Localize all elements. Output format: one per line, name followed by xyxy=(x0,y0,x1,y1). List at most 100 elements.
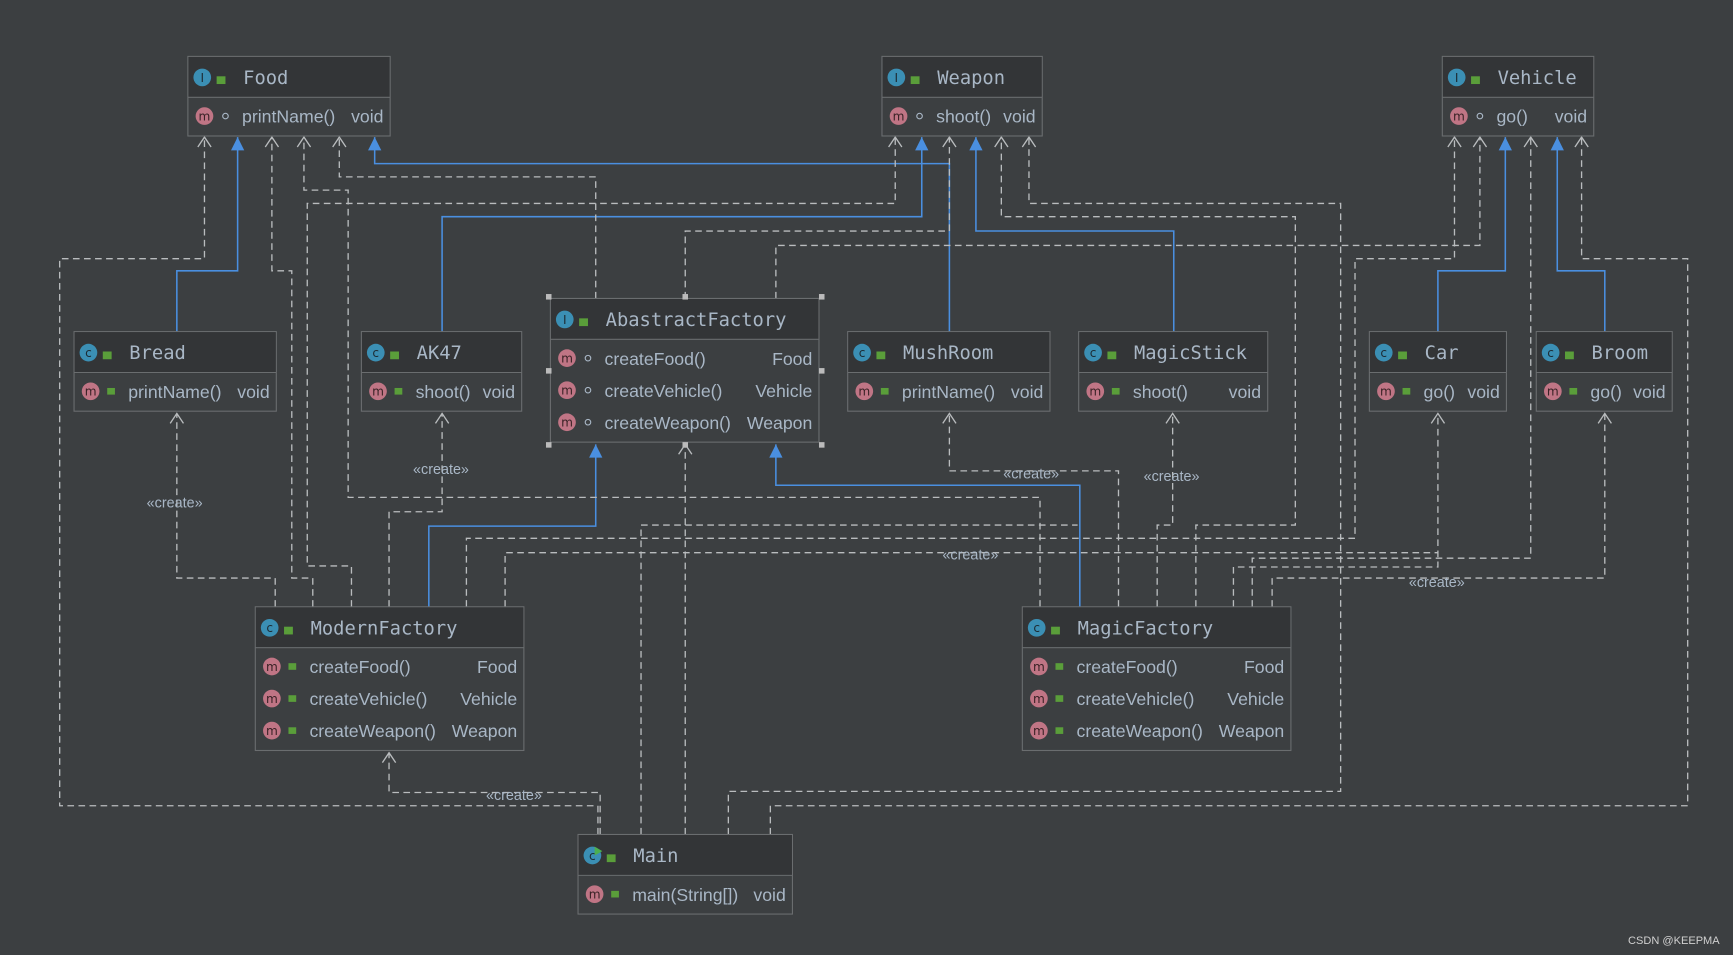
method-return-type: Vehicle xyxy=(460,689,517,709)
method-name[interactable]: createWeapon() xyxy=(309,721,435,741)
class-node-mushroom[interactable]: c MushRoom m printName() void xyxy=(847,331,1051,412)
class-node-broom[interactable]: c Broom m go() void xyxy=(1535,331,1673,412)
create-label: «create» xyxy=(1144,469,1200,485)
method-return-type: void xyxy=(483,382,515,402)
method-icon: m xyxy=(1544,382,1562,401)
svg-text:I: I xyxy=(563,313,567,327)
selection-handle[interactable] xyxy=(818,368,825,374)
method-icon: m xyxy=(1377,382,1395,401)
method-return-type: Vehicle xyxy=(755,381,812,401)
class-node-bread[interactable]: c Bread m printName() void xyxy=(73,331,277,412)
method-name[interactable]: shoot() xyxy=(936,107,991,127)
svg-text:m: m xyxy=(858,385,870,399)
svg-text:m: m xyxy=(85,385,97,399)
class-icon: c xyxy=(1541,343,1560,362)
svg-text:m: m xyxy=(266,724,278,738)
method-name[interactable]: shoot() xyxy=(1133,382,1188,402)
method-icon: m xyxy=(369,382,387,401)
class-node-modernfactory[interactable]: c ModernFactory m createFood() Food m createVe… xyxy=(254,606,525,752)
svg-text:m: m xyxy=(589,888,601,902)
svg-text:c: c xyxy=(1033,621,1040,635)
method-return-type: void xyxy=(351,107,383,127)
class-node-main[interactable]: c Mainm main(String[]) void xyxy=(577,833,794,915)
public-lock-icon xyxy=(390,351,399,360)
class-node-magicfactory[interactable]: c MagicFactory m createFood() Food m createVeh… xyxy=(1021,606,1292,752)
class-node-weapon[interactable]: I Weapon m shoot() void xyxy=(881,55,1043,137)
method-name[interactable]: createVehicle() xyxy=(1076,689,1194,709)
method-name[interactable]: main(String[]) xyxy=(632,885,738,905)
method-name[interactable]: createVehicle() xyxy=(309,689,427,709)
method-name[interactable]: printName() xyxy=(902,382,995,402)
method-icon: m xyxy=(1030,657,1048,676)
method-name[interactable]: go() xyxy=(1496,107,1527,127)
public-lock-icon xyxy=(876,351,886,360)
method-name[interactable]: go() xyxy=(1590,382,1621,402)
method-name[interactable]: createWeapon() xyxy=(1076,721,1202,741)
selection-handle[interactable] xyxy=(682,294,689,300)
class-node-abastractfactory[interactable]: I AbastractFactory m createFood() Food m creat… xyxy=(545,294,825,448)
method-return-type: void xyxy=(1467,382,1499,402)
public-lock-icon xyxy=(216,76,226,85)
method-name[interactable]: shoot() xyxy=(416,382,471,402)
class-node-vehicle[interactable]: I Vehicle m go() void xyxy=(1441,55,1595,137)
selection-handle[interactable] xyxy=(818,442,825,448)
method-name[interactable]: printName() xyxy=(128,382,221,402)
method-return-type: void xyxy=(1633,382,1665,402)
class-name: Food xyxy=(243,68,288,89)
dependency-edge xyxy=(775,137,1481,299)
svg-text:m: m xyxy=(561,384,573,398)
selection-handle[interactable] xyxy=(682,442,689,448)
method-name[interactable]: go() xyxy=(1424,382,1455,402)
svg-text:c: c xyxy=(1547,346,1554,360)
method-icon: m xyxy=(585,885,604,904)
selection-handle[interactable] xyxy=(545,442,552,448)
class-node-food[interactable]: I Food m printName() void xyxy=(187,55,391,137)
svg-text:I: I xyxy=(895,71,899,85)
svg-text:m: m xyxy=(561,416,573,430)
dependency-edge xyxy=(948,413,1120,607)
method-name[interactable]: createFood() xyxy=(605,349,706,369)
class-icon: c xyxy=(1374,343,1393,362)
inheritance-arrowhead xyxy=(589,444,603,458)
public-lock-icon xyxy=(107,387,115,395)
class-icon: c xyxy=(79,343,98,362)
method-name[interactable]: printName() xyxy=(242,107,335,127)
class-node-car[interactable]: c Car m go() void xyxy=(1368,331,1507,412)
method-return-type: Vehicle xyxy=(1227,689,1284,709)
selection-handle[interactable] xyxy=(818,294,825,300)
method-icon: m xyxy=(558,413,576,432)
class-icon: c xyxy=(366,343,385,362)
svg-text:I: I xyxy=(1455,71,1459,85)
svg-text:m: m xyxy=(266,692,278,706)
public-lock-icon xyxy=(1055,663,1064,670)
method-name[interactable]: createWeapon() xyxy=(605,413,731,433)
selection-handle[interactable] xyxy=(545,368,552,374)
public-lock-icon xyxy=(1569,387,1578,395)
method-name[interactable]: createFood() xyxy=(1076,657,1177,677)
public-lock-icon xyxy=(1107,351,1117,360)
public-lock-icon xyxy=(1565,351,1574,360)
inheritance-arrowhead xyxy=(1498,137,1512,151)
method-return-type: Weapon xyxy=(452,721,518,741)
public-lock-icon xyxy=(1111,387,1120,395)
dependency-edge xyxy=(388,413,443,607)
dependency-edge xyxy=(1156,413,1174,607)
class-node-ak47[interactable]: c AK47 m shoot() void xyxy=(360,331,523,412)
method-icon: m xyxy=(1086,382,1105,401)
inheritance-arrowhead xyxy=(769,444,783,458)
method-return-type: Food xyxy=(477,657,517,677)
class-node-magicstick[interactable]: c MagicStick m shoot() void xyxy=(1078,331,1269,412)
svg-text:c: c xyxy=(85,346,92,360)
class-name: ModernFactory xyxy=(311,618,458,639)
class-icon: c xyxy=(853,343,871,362)
method-name[interactable]: createVehicle() xyxy=(605,381,723,401)
method-icon: m xyxy=(1030,721,1048,740)
public-lock-icon xyxy=(606,854,616,863)
interface-icon: I xyxy=(555,310,574,329)
selection-handle[interactable] xyxy=(545,294,552,300)
class-icon: c xyxy=(1027,618,1046,637)
method-return-type: Weapon xyxy=(1219,721,1285,741)
public-lock-icon xyxy=(910,76,920,85)
class-name: AK47 xyxy=(417,343,462,364)
method-name[interactable]: createFood() xyxy=(309,657,410,677)
